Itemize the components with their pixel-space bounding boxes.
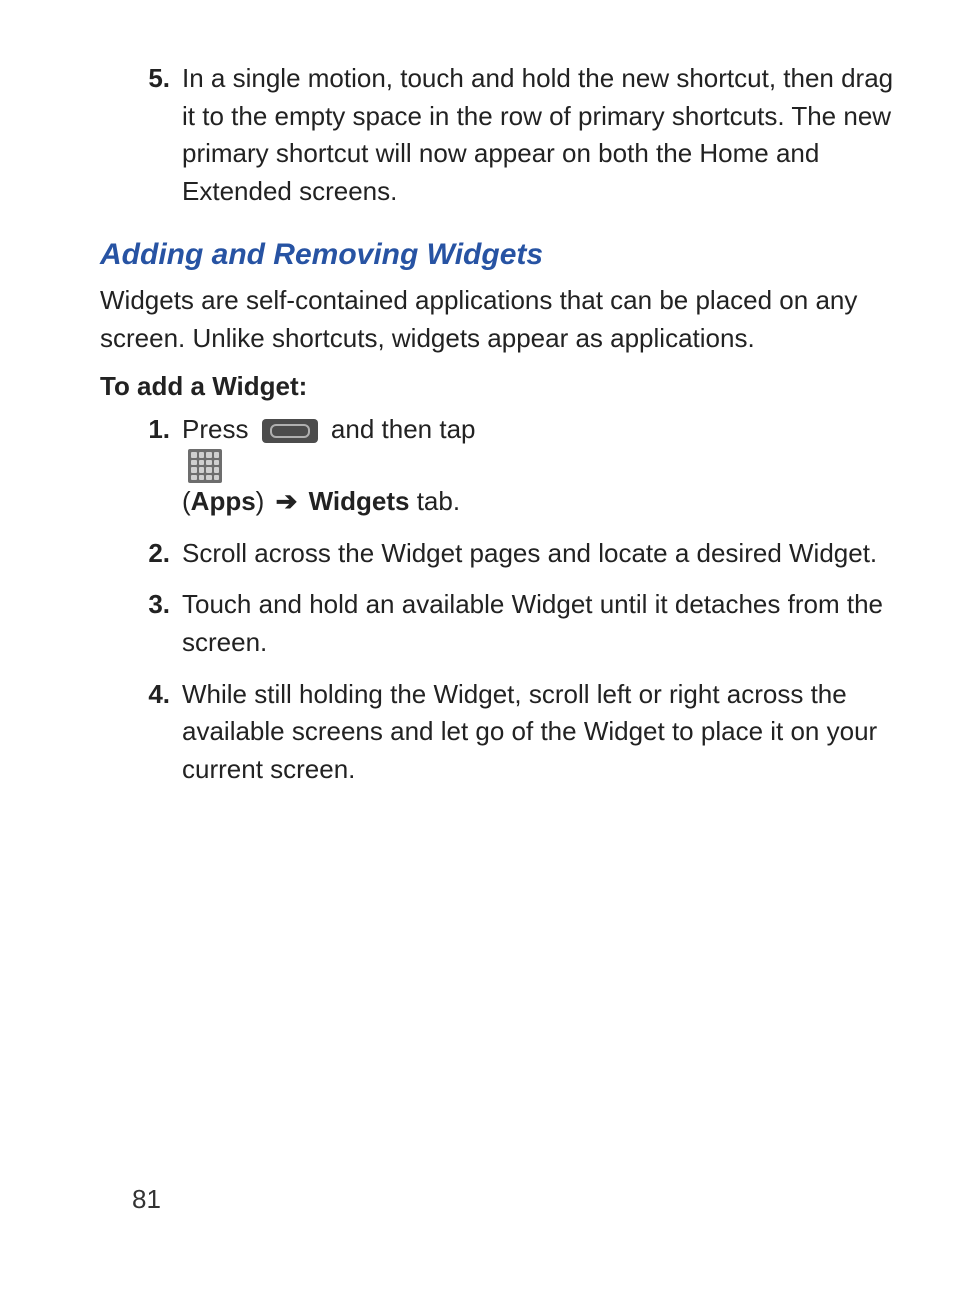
text-close-paren: ) bbox=[256, 486, 272, 516]
intro-paragraph: Widgets are self-contained applications … bbox=[100, 282, 894, 357]
home-button-icon bbox=[262, 419, 318, 443]
list-text: Scroll across the Widget pages and locat… bbox=[182, 535, 894, 573]
arrow-icon: ➔ bbox=[276, 486, 298, 516]
list-number: 3. bbox=[136, 586, 182, 661]
page-number: 81 bbox=[132, 1184, 161, 1215]
text-tab: tab. bbox=[409, 486, 460, 516]
add-widget-list: 1. Press and then tap (Apps) ➔ Widgets t… bbox=[136, 411, 894, 789]
list-number: 1. bbox=[136, 411, 182, 520]
top-ordered-list: 5. In a single motion, touch and hold th… bbox=[136, 60, 894, 211]
list-number: 4. bbox=[136, 676, 182, 789]
widgets-label: Widgets bbox=[301, 486, 409, 516]
sub-heading: To add a Widget: bbox=[100, 368, 894, 406]
text-open-paren: ( bbox=[182, 486, 191, 516]
list-item: 4. While still holding the Widget, scrol… bbox=[136, 676, 894, 789]
list-text: While still holding the Widget, scroll l… bbox=[182, 676, 894, 789]
list-number: 2. bbox=[136, 535, 182, 573]
list-text: Press and then tap (Apps) ➔ Widgets tab. bbox=[182, 411, 894, 520]
list-item: 2. Scroll across the Widget pages and lo… bbox=[136, 535, 894, 573]
list-item: 5. In a single motion, touch and hold th… bbox=[136, 60, 894, 211]
list-item: 3. Touch and hold an available Widget un… bbox=[136, 586, 894, 661]
list-item: 1. Press and then tap (Apps) ➔ Widgets t… bbox=[136, 411, 894, 520]
page-content: 5. In a single motion, touch and hold th… bbox=[0, 0, 954, 843]
section-heading: Adding and Removing Widgets bbox=[100, 233, 894, 277]
list-number: 5. bbox=[136, 60, 182, 211]
list-text: In a single motion, touch and hold the n… bbox=[182, 60, 894, 211]
apps-label: Apps bbox=[191, 486, 256, 516]
apps-grid-icon bbox=[188, 449, 222, 483]
list-text: Touch and hold an available Widget until… bbox=[182, 586, 894, 661]
text-press: Press bbox=[182, 414, 256, 444]
text-and-tap: and then tap bbox=[331, 414, 476, 444]
